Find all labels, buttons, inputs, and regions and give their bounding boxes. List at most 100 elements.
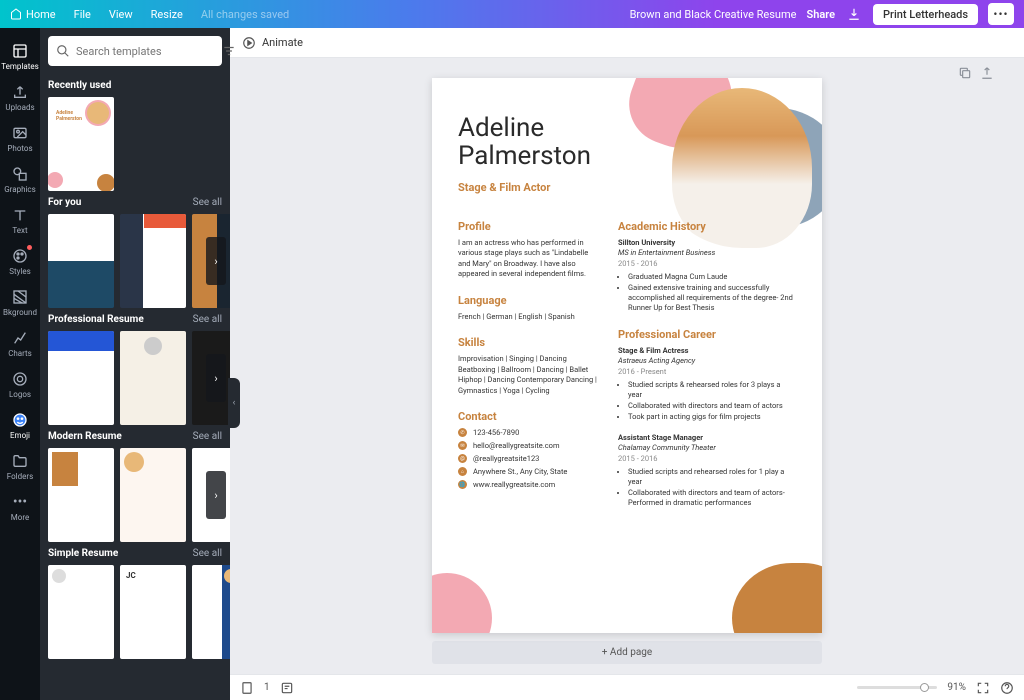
rail-styles[interactable]: Styles xyxy=(0,241,40,282)
contact-address: ⌂Anywhere St., Any City, State xyxy=(458,467,598,476)
skills-heading: Skills xyxy=(458,336,598,349)
rail-charts[interactable]: Charts xyxy=(0,323,40,364)
emoji-icon xyxy=(12,412,28,428)
template-thumb[interactable] xyxy=(48,331,114,425)
menu-resize[interactable]: Resize xyxy=(151,8,183,21)
see-all-modern[interactable]: See all xyxy=(193,431,222,442)
logos-icon xyxy=(12,371,28,387)
contact-email: ✉hello@reallygreatsite.com xyxy=(458,441,598,450)
template-thumb[interactable] xyxy=(120,331,186,425)
email-icon: ✉ xyxy=(458,441,467,450)
academic-school: Sillton University xyxy=(618,238,796,249)
rail-more[interactable]: •••More xyxy=(0,487,40,528)
text-icon xyxy=(12,207,28,223)
zoom-slider[interactable] xyxy=(857,686,937,689)
share-button[interactable]: Share xyxy=(806,8,835,21)
profile-text: I am an actress who has performed in var… xyxy=(458,238,598,280)
see-all-foryou[interactable]: See all xyxy=(193,197,222,208)
academic-years: 2015 - 2016 xyxy=(618,259,796,270)
canvas-area: Animate AdelinePalmerston Stage & Film A… xyxy=(230,28,1024,700)
background-icon xyxy=(12,289,28,305)
animate-icon xyxy=(242,36,256,50)
section-modern: Modern Resume xyxy=(48,431,122,442)
filter-icon[interactable] xyxy=(222,44,236,58)
scroll-right[interactable]: › xyxy=(206,354,226,402)
job-bullet: Studied scripts & rehearsed roles for 3 … xyxy=(628,380,796,400)
export-page-icon[interactable] xyxy=(980,66,994,80)
profile-heading: Profile xyxy=(458,220,598,233)
template-thumb[interactable] xyxy=(120,214,186,308)
rail-uploads[interactable]: Uploads xyxy=(0,77,40,118)
canvas-toolbar: Animate xyxy=(230,28,1024,58)
animate-button[interactable]: Animate xyxy=(262,36,303,49)
job-bullet: Collaborated with directors and team of … xyxy=(628,401,796,411)
see-all-pro[interactable]: See all xyxy=(193,314,222,325)
search-templates[interactable] xyxy=(48,36,222,66)
phone-icon: ✆ xyxy=(458,428,467,437)
notes-icon[interactable] xyxy=(280,681,294,695)
job-title: Stage & Film Actress xyxy=(618,346,796,357)
charts-icon xyxy=(12,330,28,346)
template-thumb[interactable] xyxy=(192,565,230,659)
page-number: 1 xyxy=(264,682,270,693)
document-title[interactable]: Brown and Black Creative Resume xyxy=(630,8,797,21)
language-text: French | German | English | Spanish xyxy=(458,312,598,323)
template-thumb[interactable] xyxy=(120,448,186,542)
duplicate-page-icon[interactable] xyxy=(958,66,972,80)
more-button[interactable]: ••• xyxy=(988,3,1014,25)
job-bullet: Took part in acting gigs for film projec… xyxy=(628,412,796,422)
rail-background[interactable]: Bkground xyxy=(0,282,40,323)
resume-document[interactable]: AdelinePalmerston Stage & Film Actor Pro… xyxy=(432,78,822,633)
help-icon[interactable] xyxy=(1000,681,1014,695)
template-thumb[interactable]: JC xyxy=(120,565,186,659)
template-thumb[interactable]: AdelinePalmerston xyxy=(48,97,114,191)
contact-heading: Contact xyxy=(458,410,598,423)
academic-bullet: Gained extensive training and successful… xyxy=(628,283,796,313)
search-input[interactable] xyxy=(76,45,216,58)
folders-icon xyxy=(12,453,28,469)
rail-photos[interactable]: Photos xyxy=(0,118,40,159)
job-org: Astraeus Acting Agency xyxy=(618,356,796,367)
resume-subtitle: Stage & Film Actor xyxy=(458,181,796,194)
uploads-icon xyxy=(12,84,28,100)
fullscreen-icon[interactable] xyxy=(976,681,990,695)
job-years: 2016 - Present xyxy=(618,367,796,378)
scroll-right[interactable]: › xyxy=(206,237,226,285)
rail-graphics[interactable]: Graphics xyxy=(0,159,40,200)
rail-templates[interactable]: Templates xyxy=(0,36,40,77)
rail-logos[interactable]: Logos xyxy=(0,364,40,405)
styles-icon xyxy=(12,248,28,264)
rail-emoji[interactable]: Emoji xyxy=(0,405,40,446)
section-simple: Simple Resume xyxy=(48,548,118,559)
left-tool-rail: Templates Uploads Photos Graphics Text S… xyxy=(0,28,40,700)
editor-footer: 1 91% xyxy=(230,674,1024,700)
menu-file[interactable]: File xyxy=(74,8,91,21)
language-heading: Language xyxy=(458,294,598,307)
skills-text: Improvisation | Singing | Dancing Beatbo… xyxy=(458,354,598,396)
resume-name: AdelinePalmerston xyxy=(458,114,796,171)
job-bullet: Collaborated with directors and team of … xyxy=(628,488,796,508)
contact-web: 🌐www.reallygreatsite.com xyxy=(458,480,598,489)
template-thumb[interactable] xyxy=(48,565,114,659)
section-foryou: For you xyxy=(48,197,81,208)
template-thumb[interactable] xyxy=(48,448,114,542)
templates-icon xyxy=(12,43,28,59)
scroll-right[interactable]: › xyxy=(206,471,226,519)
download-button[interactable] xyxy=(845,5,863,23)
see-all-simple[interactable]: See all xyxy=(193,548,222,559)
menu-view[interactable]: View xyxy=(109,8,133,21)
home-button[interactable]: Home xyxy=(10,8,56,21)
template-thumb[interactable] xyxy=(48,214,114,308)
rail-folders[interactable]: Folders xyxy=(0,446,40,487)
graphics-icon xyxy=(12,166,28,182)
page-count-icon[interactable] xyxy=(240,681,254,695)
collapse-panel[interactable]: ‹ xyxy=(228,378,240,428)
job-title: Assistant Stage Manager xyxy=(618,433,796,444)
print-button[interactable]: Print Letterheads xyxy=(873,4,978,25)
add-page-button[interactable]: + Add page xyxy=(432,641,822,664)
contact-phone: ✆123-456-7890 xyxy=(458,428,598,437)
rail-text[interactable]: Text xyxy=(0,200,40,241)
section-recent: Recently used xyxy=(48,80,111,91)
download-icon xyxy=(847,7,861,21)
at-icon: @ xyxy=(458,454,467,463)
